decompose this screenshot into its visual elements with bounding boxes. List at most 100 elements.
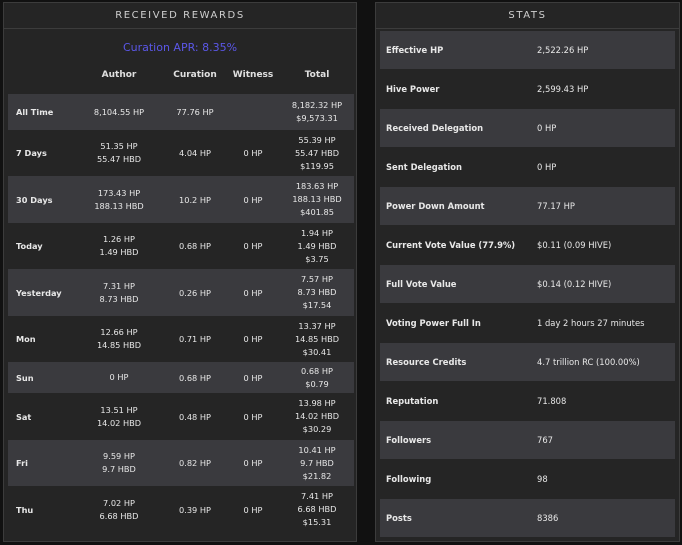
total-cell: 8,182.32 HP $9,573.31 (280, 99, 354, 125)
author-cell: 7.02 HP 6.68 HBD (74, 497, 164, 523)
stat-value: 767 (537, 435, 553, 445)
author-cell: 8,104.55 HP (74, 106, 164, 119)
author-cell: 7.31 HP 8.73 HBD (74, 280, 164, 306)
stat-value: $0.14 (0.12 HIVE) (537, 279, 612, 289)
total-value: 1.94 HP (301, 227, 333, 238)
stat-label: Sent Delegation (386, 162, 463, 172)
author-value: 14.02 HBD (96, 417, 142, 428)
curation-cell: 77.76 HP (176, 107, 214, 117)
author-value: 0 HP (109, 372, 129, 382)
author-value: 51.35 HP (100, 141, 138, 151)
total-value: $0.79 (305, 378, 329, 389)
rewards-row: Yesterday 7.31 HP 8.73 HBD 0.26 HP 0 HP 7.57 … (8, 269, 354, 316)
stat-row: Hive Power 2,599.43 HP (380, 70, 675, 108)
rewards-row: Fri 9.59 HP 9.7 HBD 0.82 HP 0 HP 10.41 HP 9.7 … (8, 440, 354, 486)
author-cell: 0 HP (74, 371, 164, 384)
stat-row: Voting Power Full In 1 day 2 hours 27 min… (380, 304, 675, 342)
stat-label: Reputation (386, 396, 439, 406)
row-label: Yesterday (16, 287, 62, 298)
total-value: $17.54 (302, 300, 332, 310)
rewards-row: All Time 8,104.55 HP 77.76 HP 8,182.32 HP $9… (8, 94, 354, 130)
curation-cell: 0.68 HP (179, 241, 211, 251)
stat-row: Resource Credits 4.7 trillion RC (100.00%… (380, 343, 675, 381)
total-value: $9,573.31 (296, 113, 338, 123)
total-cell: 10.41 HP 9.7 HBD $21.82 (280, 444, 354, 483)
stat-value: 0 HP (537, 123, 557, 133)
curation-apr: Curation APR: 8.35% (122, 41, 238, 54)
stat-row: Full Vote Value $0.14 (0.12 HIVE) (380, 265, 675, 303)
author-value: 9.7 HBD (102, 464, 136, 474)
total-value: 13.98 HP (298, 398, 336, 408)
curation-cell: 10.2 HP (179, 194, 211, 205)
col-header-total: Total (304, 70, 330, 80)
stat-row: Posts 8386 (380, 499, 675, 537)
stat-value: 2,522.26 HP (537, 45, 589, 55)
stat-value: 0 HP (537, 162, 557, 172)
author-value: 7.31 HP (103, 280, 135, 291)
rewards-row: 7 Days 51.35 HP 55.47 HBD 4.04 HP 0 HP 55.39 … (8, 130, 354, 176)
row-label: Sat (16, 411, 32, 422)
received-rewards-panel: RECEIVED REWARDS Curation APR: 8.35% Aut… (3, 2, 357, 542)
rewards-row: 30 Days 173.43 HP 188.13 HBD 10.2 HP 0 HP 183… (8, 176, 354, 223)
total-cell: 7.41 HP 6.68 HBD $15.31 (280, 490, 354, 529)
witness-cell: 0 HP (243, 504, 263, 515)
total-value: 13.37 HP (298, 320, 336, 331)
curation-cell: 0.39 HP (179, 504, 211, 515)
witness-cell: 0 HP (243, 411, 263, 422)
stats-panel: STATS Effective HP 2,522.26 HP Hive Power 2… (375, 2, 680, 542)
col-header-author: Author (101, 70, 137, 80)
witness-cell: 0 HP (243, 148, 263, 158)
total-value: 10.41 HP (298, 444, 336, 455)
stat-row: Followers 767 (380, 421, 675, 459)
stat-row: Received Delegation 0 HP (380, 109, 675, 147)
rewards-row: Sat 13.51 HP 14.02 HBD 0.48 HP 0 HP 13.98 HP 1… (8, 393, 354, 440)
row-label: 7 Days (16, 148, 47, 158)
stat-value: 8386 (537, 513, 559, 523)
row-label: All Time (16, 107, 54, 117)
stats-list: Effective HP 2,522.26 HP Hive Power 2,599.4… (380, 31, 675, 538)
received-rewards-title: RECEIVED REWARDS (4, 3, 356, 29)
stat-row: Following 98 (380, 460, 675, 498)
total-cell: 7.57 HP 8.73 HBD $17.54 (280, 273, 354, 312)
stat-value: 77.17 HP (537, 201, 575, 211)
total-cell: 183.63 HP 188.13 HBD $401.85 (280, 180, 354, 219)
col-header-curation: Curation (173, 70, 217, 80)
total-value: $3.75 (305, 253, 329, 264)
row-label: 30 Days (16, 194, 53, 205)
row-label: Today (16, 241, 43, 251)
stat-value: 2,599.43 HP (537, 84, 589, 94)
total-value: 8.73 HBD (297, 287, 337, 297)
total-cell: 1.94 HP 1.49 HBD $3.75 (280, 227, 354, 266)
rewards-row: Sun 0 HP 0.68 HP 0 HP 0.68 HP $0.79 (8, 362, 354, 393)
total-value: 7.41 HP (301, 491, 333, 501)
curation-cell: 0.48 HP (179, 411, 211, 422)
total-value: 14.02 HBD (294, 411, 340, 421)
stat-label: Posts (386, 513, 412, 523)
stat-label: Current Vote Value (77.9%) (386, 240, 516, 250)
curation-cell: 4.04 HP (179, 148, 211, 158)
witness-cell: 0 HP (243, 458, 263, 468)
total-value: 7.57 HP (301, 274, 333, 284)
author-value: 6.68 HBD (99, 510, 139, 521)
total-value: $30.29 (302, 424, 332, 434)
row-label: Mon (16, 334, 36, 344)
stat-row: Effective HP 2,522.26 HP (380, 31, 675, 69)
total-value: 55.39 HP (298, 134, 336, 145)
stats-title: STATS (376, 3, 679, 29)
total-value: $119.95 (300, 160, 334, 171)
stat-value: 98 (537, 474, 548, 484)
witness-cell: 0 HP (243, 241, 263, 251)
stat-label: Full Vote Value (386, 279, 457, 289)
author-value: 188.13 HBD (94, 200, 144, 211)
total-value: 6.68 HBD (297, 504, 337, 514)
rewards-table-header: Author Curation Witness Total (8, 70, 354, 88)
total-value: $30.41 (302, 346, 332, 357)
author-cell: 13.51 HP 14.02 HBD (74, 404, 164, 430)
total-value: $15.31 (302, 517, 332, 527)
stat-label: Resource Credits (386, 357, 467, 367)
author-value: 173.43 HP (97, 187, 141, 198)
stat-label: Effective HP (386, 45, 444, 55)
stat-label: Voting Power Full In (386, 318, 481, 328)
rewards-table-body: All Time 8,104.55 HP 77.76 HP 8,182.32 HP $9… (8, 94, 354, 533)
stat-row: Sent Delegation 0 HP (380, 148, 675, 186)
